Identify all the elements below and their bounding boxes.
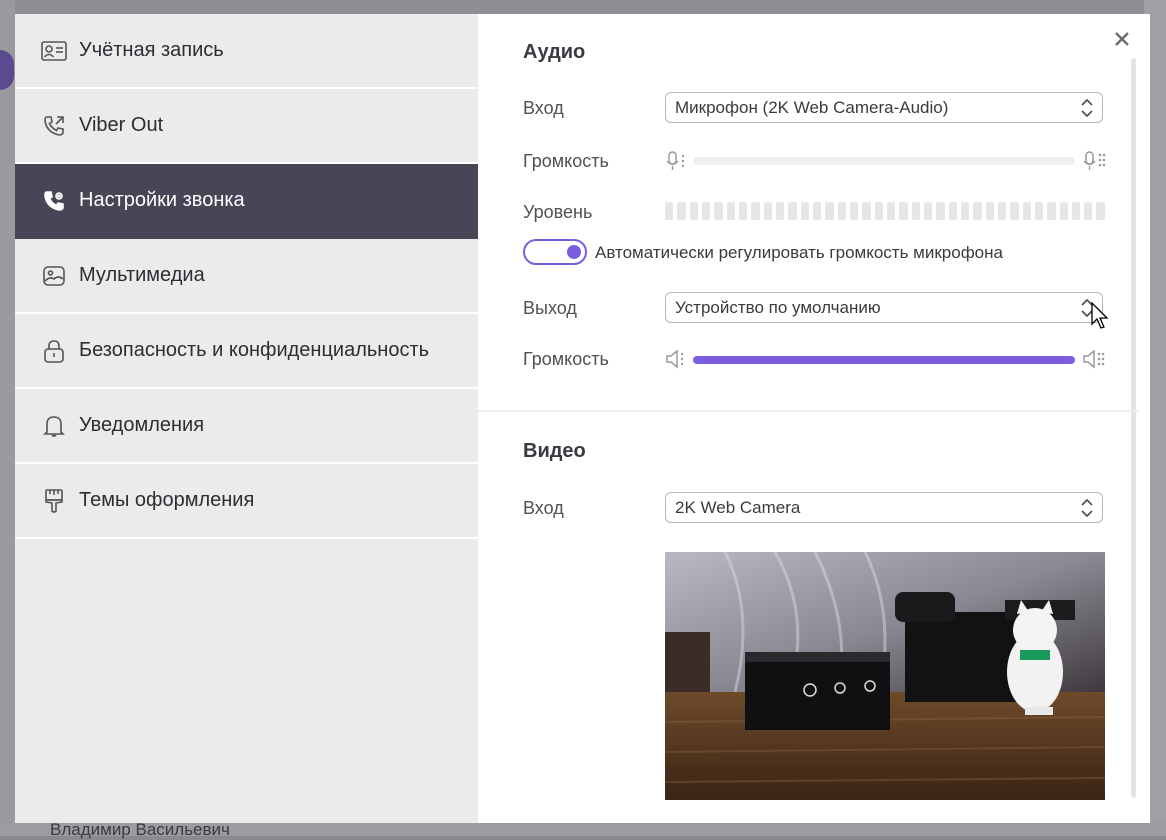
settings-sidebar: Учётная запись Viber Out Настройки звонк… (15, 14, 478, 823)
call-settings-icon (41, 188, 67, 214)
level-segment (1022, 202, 1031, 220)
output-volume-label: Громкость (523, 349, 609, 369)
level-segment (689, 202, 698, 220)
sidebar-item-label: Учётная запись (79, 39, 224, 61)
level-segment (911, 202, 920, 220)
mouse-cursor-icon (1091, 302, 1109, 329)
settings-dialog: Учётная запись Viber Out Настройки звонк… (15, 14, 1150, 823)
close-button[interactable] (1110, 26, 1134, 50)
level-segment (874, 202, 883, 220)
brush-icon (41, 488, 67, 514)
level-segment (677, 202, 686, 220)
sidebar-item-notifications[interactable]: Уведомления (15, 389, 478, 464)
level-segment (701, 202, 711, 220)
level-segment (837, 202, 846, 220)
media-icon (41, 263, 67, 289)
level-segment (973, 202, 982, 220)
sidebar-item-viber-out[interactable]: Viber Out (15, 89, 478, 164)
level-segment (886, 202, 896, 220)
level-segment (923, 202, 933, 220)
level-segment (1059, 202, 1068, 220)
audio-input-label: Вход (523, 98, 564, 118)
toggle-knob (567, 245, 581, 259)
sidebar-item-call-settings[interactable]: Настройки звонка (15, 164, 478, 239)
video-input-select[interactable]: 2K Web Camera (665, 492, 1103, 523)
level-segment (960, 202, 970, 220)
level-segment (1034, 202, 1044, 220)
audio-output-select[interactable]: Устройство по умолчанию (665, 292, 1103, 323)
speaker-low-icon (666, 349, 684, 369)
sidebar-item-label: Темы оформления (79, 489, 255, 511)
level-segment (751, 202, 760, 220)
bell-icon (41, 413, 67, 439)
audio-input-value: Микрофон (2K Web Camera-Audio) (675, 98, 949, 117)
mic-high-icon (1083, 151, 1106, 170)
level-segment (714, 202, 723, 220)
level-segment (862, 202, 871, 220)
level-segment (1084, 202, 1093, 220)
sidebar-item-themes[interactable]: Темы оформления (15, 464, 478, 539)
sidebar-item-label: Настройки звонка (79, 189, 245, 211)
camera-preview (665, 552, 1105, 800)
contact-name: Владимир Васильевич (50, 820, 230, 839)
video-section-title: Видео (523, 440, 586, 462)
sidebar-item-label: Безопасность и конфиденциальность (79, 339, 430, 361)
close-icon (1115, 32, 1129, 46)
audio-section-title: Аудио (523, 41, 586, 63)
level-segment (1096, 202, 1105, 220)
speaker-high-icon (1083, 349, 1105, 369)
level-segment (763, 202, 772, 220)
level-segment (665, 202, 674, 220)
level-segment (825, 202, 834, 220)
level-segment (726, 202, 735, 220)
auto-gain-label: Автоматически регулировать громкость мик… (595, 243, 1003, 262)
level-segment (849, 202, 859, 220)
level-segment (1010, 202, 1019, 220)
scrollbar[interactable] (1131, 58, 1136, 798)
level-segment (985, 202, 994, 220)
audio-input-select[interactable]: Микрофон (2K Web Camera-Audio) (665, 92, 1103, 123)
app-background-left (0, 0, 15, 836)
level-segment (1047, 202, 1056, 220)
level-segment (997, 202, 1007, 220)
level-label: Уровень (523, 202, 593, 222)
level-segment (788, 202, 797, 220)
level-segment (775, 202, 785, 220)
settings-content: Аудио Вход Микрофон (2K Web Camera-Audio… (478, 14, 1150, 823)
level-segment (812, 202, 822, 220)
app-background-bottom: Владимир Васильевич (0, 820, 1166, 839)
mic-low-icon (666, 151, 685, 170)
audio-level-meter (665, 202, 1105, 220)
level-segment (936, 202, 945, 220)
lock-icon (41, 338, 67, 364)
sidebar-item-label: Уведомления (79, 414, 205, 436)
chevron-updown-icon (1081, 98, 1093, 118)
phone-out-icon (41, 113, 67, 139)
video-input-label: Вход (523, 498, 564, 518)
section-divider (478, 410, 1138, 412)
output-volume-slider[interactable] (693, 356, 1075, 364)
sidebar-item-security[interactable]: Безопасность и конфиденциальность (15, 314, 478, 389)
input-volume-slider[interactable] (693, 157, 1075, 165)
account-card-icon (41, 38, 67, 64)
audio-output-label: Выход (523, 298, 577, 318)
video-input-value: 2K Web Camera (675, 498, 801, 517)
output-volume-fill (693, 356, 1075, 364)
level-segment (1071, 202, 1081, 220)
sidebar-item-label: Viber Out (79, 114, 164, 136)
sidebar-item-label: Мультимедиа (79, 264, 205, 286)
auto-gain-toggle[interactable] (523, 239, 587, 265)
camera-preview-image (665, 552, 1105, 800)
level-segment (899, 202, 908, 220)
sidebar-item-account[interactable]: Учётная запись (15, 14, 478, 89)
audio-output-value: Устройство по умолчанию (675, 298, 881, 317)
chevron-updown-icon (1081, 498, 1093, 518)
input-volume-label: Громкость (523, 151, 609, 171)
sidebar-item-media[interactable]: Мультимедиа (15, 239, 478, 314)
level-segment (948, 202, 957, 220)
level-segment (738, 202, 748, 220)
level-segment (800, 202, 809, 220)
